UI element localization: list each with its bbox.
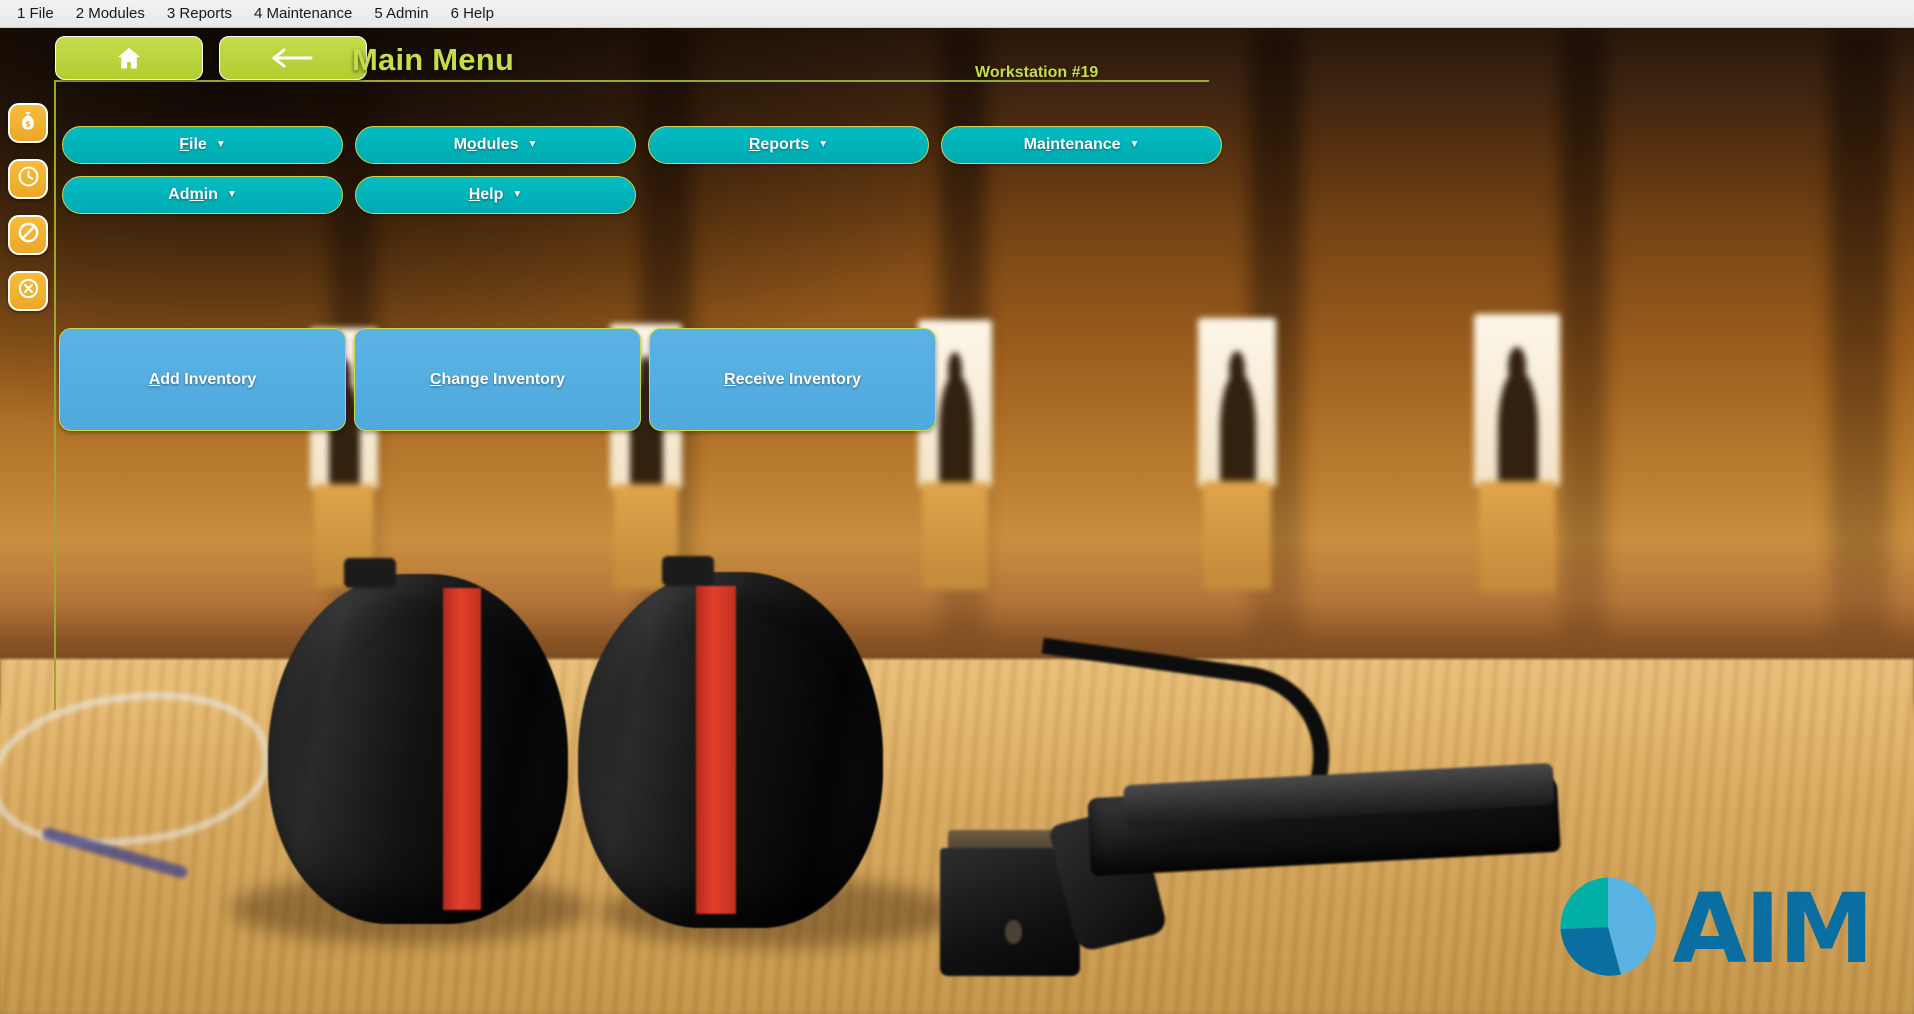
menu-button-help-label: Help: [468, 186, 504, 203]
os-menu-item-admin[interactable]: 5 Admin: [363, 2, 439, 25]
rail-button-money-bag[interactable]: $: [8, 103, 48, 143]
chevron-down-icon: ▼: [818, 139, 829, 150]
menu-button-reports[interactable]: Reports ▼: [648, 126, 929, 164]
os-menu-item-maintenance[interactable]: 4 Maintenance: [243, 2, 363, 25]
svg-text:$: $: [25, 118, 31, 128]
home-button[interactable]: [55, 36, 203, 80]
change-inventory-label: Change Inventory: [429, 370, 566, 388]
aim-mark-icon: [1554, 873, 1662, 986]
add-inventory-label: Add Inventory: [148, 370, 257, 388]
change-inventory-button[interactable]: Change Inventory: [354, 328, 641, 431]
os-menu-item-modules[interactable]: 2 Modules: [65, 2, 156, 25]
menu-button-admin-label: Admin: [168, 186, 218, 203]
rail-button-circled-x[interactable]: [8, 271, 48, 311]
menu-button-modules-label: Modules: [453, 136, 519, 153]
rail-button-clock[interactable]: [8, 159, 48, 199]
chevron-down-icon: ▼: [215, 139, 226, 150]
add-inventory-button[interactable]: Add Inventory: [59, 328, 346, 431]
aim-logo: AIM: [1554, 873, 1874, 986]
chevron-down-icon: ▼: [1129, 139, 1140, 150]
aim-wordmark: AIM: [1672, 873, 1874, 986]
range-target: [1198, 318, 1276, 590]
rail-button-no-entry[interactable]: [8, 215, 48, 255]
home-icon: [114, 44, 144, 72]
menu-button-maintenance[interactable]: Maintenance ▼: [941, 126, 1222, 164]
chevron-down-icon: ▼: [226, 189, 237, 200]
clock-icon: [17, 165, 40, 193]
menu-button-file[interactable]: File ▼: [62, 126, 343, 164]
os-menu-item-reports[interactable]: 3 Reports: [156, 2, 243, 25]
chevron-down-icon: ▼: [527, 139, 538, 150]
inventory-action-tiles: Add Inventory Change Inventory Receive I…: [59, 328, 936, 431]
range-target: [1474, 314, 1560, 592]
chevron-down-icon: ▼: [512, 189, 523, 200]
app-header: Main Menu Workstation #19: [0, 28, 1914, 86]
receive-inventory-button[interactable]: Receive Inventory: [649, 328, 936, 431]
header-nav-buttons: [55, 36, 367, 80]
menu-button-admin[interactable]: Admin ▼: [62, 176, 343, 214]
back-button[interactable]: [219, 36, 367, 80]
menu-button-help[interactable]: Help ▼: [355, 176, 636, 214]
menu-button-reports-label: Reports: [748, 136, 810, 153]
receive-inventory-label: Receive Inventory: [724, 370, 861, 388]
money-bag-icon: $: [17, 110, 39, 137]
workstation-label: Workstation #19: [975, 64, 1099, 81]
circled-x-icon: [17, 277, 40, 305]
os-menu-bar: 1 File 2 Modules 3 Reports 4 Maintenance…: [0, 0, 1914, 28]
menu-button-modules[interactable]: Modules ▼: [355, 126, 636, 164]
os-menu-item-file[interactable]: 1 File: [6, 2, 65, 25]
arrow-left-icon: [271, 45, 315, 71]
menu-button-maintenance-label: Maintenance: [1023, 136, 1121, 153]
main-menu-button-grid: File ▼ Modules ▼ Reports ▼ Maintenance ▼…: [62, 126, 1252, 214]
application-window: Main Menu Workstation #19 $ File ▼ Modul…: [0, 28, 1914, 1014]
no-entry-icon: [17, 221, 40, 249]
menu-button-file-label: File: [179, 136, 207, 153]
page-title: Main Menu: [352, 42, 514, 77]
os-menu-item-help[interactable]: 6 Help: [440, 2, 505, 25]
left-icon-rail: $: [8, 103, 48, 311]
